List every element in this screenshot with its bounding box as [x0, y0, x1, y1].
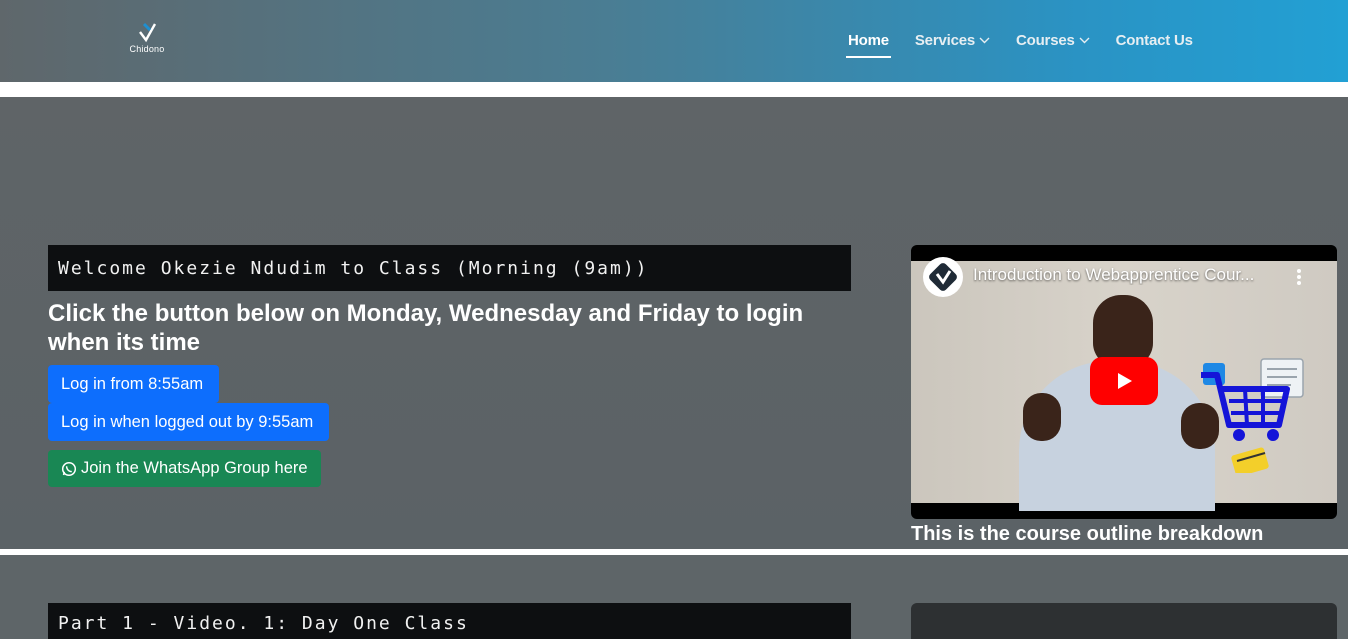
presenter-hand-left	[1023, 393, 1061, 441]
login-button-label: Log in from 8:55am	[61, 374, 204, 393]
whatsapp-icon	[61, 461, 77, 476]
logout-login-button[interactable]: Log in when logged out by 9:55am	[48, 403, 329, 441]
channel-mark-icon	[929, 263, 957, 291]
shopping-cart-icon	[1201, 358, 1304, 473]
nav-item-courses-label: Courses	[1016, 31, 1075, 49]
video-title[interactable]: Introduction to Webapprentice Cour...	[973, 265, 1283, 285]
main-nav: Home Services Courses Contact Us	[846, 30, 1219, 58]
nav-item-contact-label: Contact Us	[1115, 31, 1193, 49]
play-button[interactable]	[1090, 357, 1158, 405]
logout-login-button-label: Log in when logged out by 9:55am	[61, 412, 314, 431]
nav-item-courses[interactable]: Courses	[1016, 32, 1090, 49]
login-instructions: Click the button below on Monday, Wednes…	[48, 300, 804, 356]
play-icon	[1118, 373, 1132, 389]
youtube-video-player[interactable]: Introduction to Webapprentice Cour...	[911, 245, 1337, 519]
chevron-down-icon	[979, 37, 990, 43]
login-button[interactable]: Log in from 8:55am	[48, 365, 219, 403]
whatsapp-button-label: Join the WhatsApp Group here	[81, 459, 308, 477]
nav-item-services-label: Services	[914, 31, 975, 49]
channel-logo-icon[interactable]	[923, 257, 963, 297]
class-section: Welcome Okezie Ndudim to Class (Morning …	[0, 97, 1348, 549]
more-vertical-icon[interactable]	[1293, 267, 1305, 287]
part-title: Part 1 - Video. 1: Day One Class	[48, 603, 851, 639]
video-caption: This is the course outline breakdown	[911, 523, 1264, 545]
whatsapp-group-button[interactable]: Join the WhatsApp Group here	[48, 450, 321, 487]
welcome-title: Welcome Okezie Ndudim to Class (Morning …	[48, 245, 851, 291]
site-header: Chidono Home Services Courses Contact Us	[0, 0, 1348, 82]
nav-item-contact-us[interactable]: Contact Us	[1116, 32, 1193, 49]
nav-item-home[interactable]: Home	[846, 31, 891, 58]
logo-text: Chidono	[129, 44, 165, 54]
part-section: Part 1 - Video. 1: Day One Class	[0, 555, 1348, 639]
chevron-down-icon	[1079, 37, 1090, 43]
part-video-player[interactable]	[911, 603, 1337, 639]
nav-item-home-label: Home	[848, 31, 889, 49]
nav-item-services[interactable]: Services	[915, 32, 990, 49]
site-logo[interactable]: Chidono	[124, 22, 170, 62]
logo-mark-icon	[139, 22, 157, 43]
